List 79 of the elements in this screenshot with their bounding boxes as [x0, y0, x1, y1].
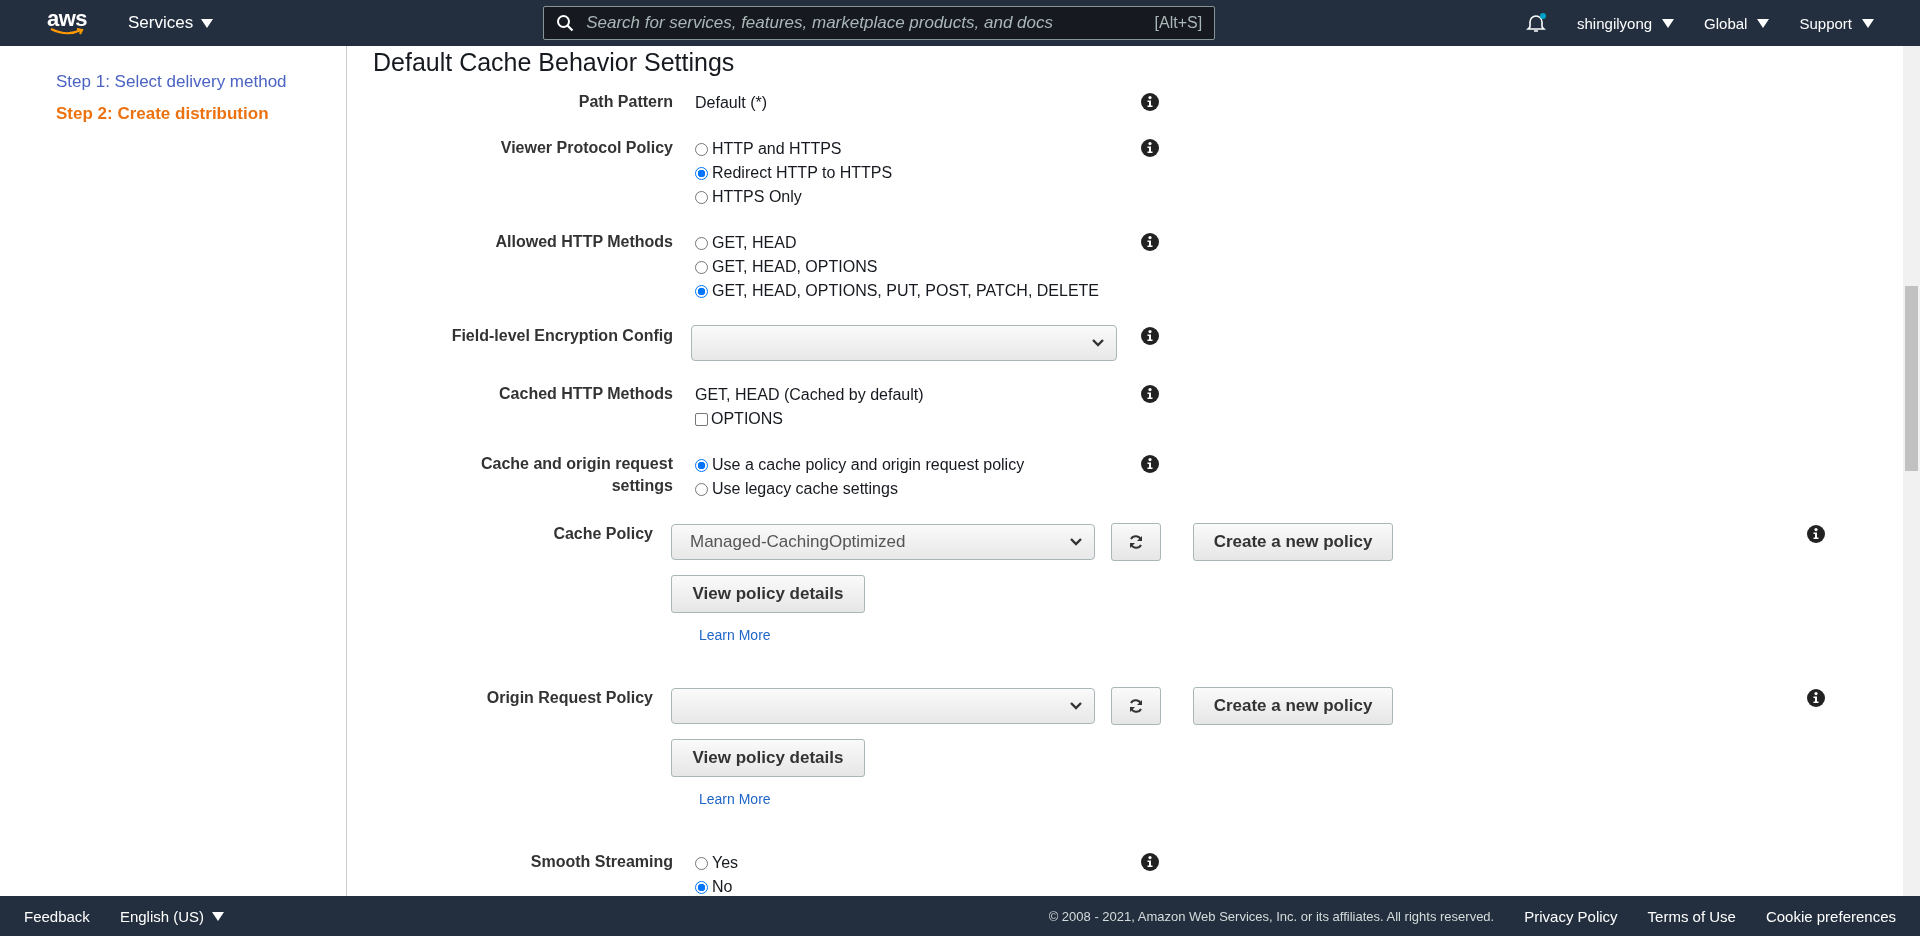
- shortcut-hint: [Alt+S]: [1154, 14, 1203, 32]
- info-icon[interactable]: [1807, 525, 1825, 543]
- refresh-button[interactable]: [1111, 687, 1161, 725]
- feedback-link[interactable]: Feedback: [24, 907, 90, 925]
- radio-option[interactable]: Yes: [695, 851, 739, 875]
- radio-button[interactable]: [695, 482, 708, 496]
- radio-option[interactable]: HTTP and HTTPS: [695, 137, 842, 161]
- account-menu[interactable]: Global: [1704, 14, 1770, 32]
- radio-button[interactable]: [695, 458, 708, 472]
- radio-button[interactable]: [695, 142, 708, 156]
- setting-label: Smooth Streaming: [529, 852, 673, 872]
- radio-button[interactable]: [695, 236, 708, 250]
- radio-option[interactable]: HTTPS Only: [695, 185, 802, 209]
- search-input[interactable]: Search for services, features, marketplace products, and docs: [584, 12, 1145, 34]
- caret-icon: [1662, 18, 1675, 28]
- create-policy-button[interactable]: Create a new policy: [1193, 523, 1393, 561]
- refresh-icon: [1128, 698, 1144, 714]
- learn-more-link[interactable]: Learn More: [699, 791, 771, 807]
- radio-button[interactable]: [695, 190, 708, 204]
- view-details-button[interactable]: View policy details: [671, 575, 865, 613]
- bell-icon[interactable]: [1525, 12, 1548, 34]
- radio-button[interactable]: [695, 166, 708, 180]
- refresh-button[interactable]: [1111, 523, 1161, 561]
- setting-label: Path Pattern: [577, 92, 673, 112]
- learn-more-link[interactable]: Learn More: [699, 627, 771, 643]
- create-policy-button[interactable]: Create a new policy: [1193, 687, 1393, 725]
- chevron-down-icon: [1092, 339, 1104, 347]
- services-menu[interactable]: Services: [128, 13, 214, 33]
- chevron-down-icon: [1070, 538, 1082, 546]
- chevron-down-icon: [1070, 702, 1082, 710]
- setting-value: GET, HEAD (Cached by default): [695, 385, 924, 405]
- caret-icon: [1862, 18, 1874, 28]
- radio-button[interactable]: [695, 880, 708, 894]
- checkbox-option[interactable]: OPTIONS: [695, 407, 783, 431]
- checkbox[interactable]: [695, 412, 708, 426]
- setting-label: Cached HTTP Methods: [498, 384, 673, 404]
- info-icon[interactable]: [1141, 93, 1159, 111]
- refresh-icon: [1128, 534, 1144, 550]
- view-details-button[interactable]: View policy details: [671, 739, 865, 777]
- language-menu[interactable]: English (US): [119, 907, 225, 925]
- search-icon: [556, 14, 575, 32]
- info-icon[interactable]: [1141, 853, 1159, 871]
- account-menu[interactable]: shingilyong: [1577, 14, 1675, 32]
- radio-option[interactable]: Use a cache policy and origin request policy: [695, 453, 1025, 477]
- radio-option[interactable]: Use legacy cache settings: [695, 477, 898, 501]
- radio-button[interactable]: [695, 856, 708, 870]
- setting-label: Cache Policy: [552, 524, 653, 544]
- wizard-step-link[interactable]: Step 1: Select delivery method: [56, 72, 346, 92]
- footer-link[interactable]: Cookie preferences: [1765, 907, 1896, 925]
- aws-logo[interactable]: aws: [46, 10, 88, 36]
- info-icon[interactable]: [1141, 327, 1159, 345]
- radio-option[interactable]: GET, HEAD, OPTIONS, PUT, POST, PATCH, DELETE: [695, 279, 1100, 303]
- caret-icon: [1757, 18, 1770, 28]
- setting-value: Default (*): [695, 93, 768, 113]
- setting-label: Cache and origin request settings: [479, 454, 673, 496]
- copyright-text: © 2008 - 2021, Amazon Web Services, Inc. or its affiliates. All rights reserved.: [1048, 908, 1495, 924]
- radio-option[interactable]: GET, HEAD, OPTIONS: [695, 255, 878, 279]
- info-icon[interactable]: [1807, 689, 1825, 707]
- radio-button[interactable]: [695, 284, 708, 298]
- footer-link[interactable]: Privacy Policy: [1524, 907, 1618, 925]
- account-menu[interactable]: Support: [1799, 14, 1874, 32]
- radio-option[interactable]: No: [695, 875, 733, 896]
- setting-label: Viewer Protocol Policy: [499, 138, 673, 158]
- radio-button[interactable]: [695, 260, 708, 274]
- info-icon[interactable]: [1141, 139, 1159, 157]
- setting-label: Field-level Encryption Config: [450, 326, 673, 346]
- caret-icon: [212, 911, 225, 921]
- info-icon[interactable]: [1141, 233, 1159, 251]
- info-icon[interactable]: [1141, 385, 1159, 403]
- footer-link[interactable]: Terms of Use: [1647, 907, 1736, 925]
- section-title: Default Cache Behavior Settings: [373, 48, 736, 77]
- radio-option[interactable]: Redirect HTTP to HTTPS: [695, 161, 893, 185]
- search-field[interactable]: Search for services, features, marketplace products, and docs [Alt+S]: [543, 6, 1216, 40]
- radio-option[interactable]: GET, HEAD: [695, 231, 797, 255]
- setting-label: Allowed HTTP Methods: [494, 232, 673, 252]
- setting-label: Origin Request Policy: [485, 688, 653, 708]
- info-icon[interactable]: [1141, 455, 1159, 473]
- caret-icon: [201, 18, 214, 28]
- dropdown[interactable]: Managed-CachingOptimized: [671, 524, 1095, 560]
